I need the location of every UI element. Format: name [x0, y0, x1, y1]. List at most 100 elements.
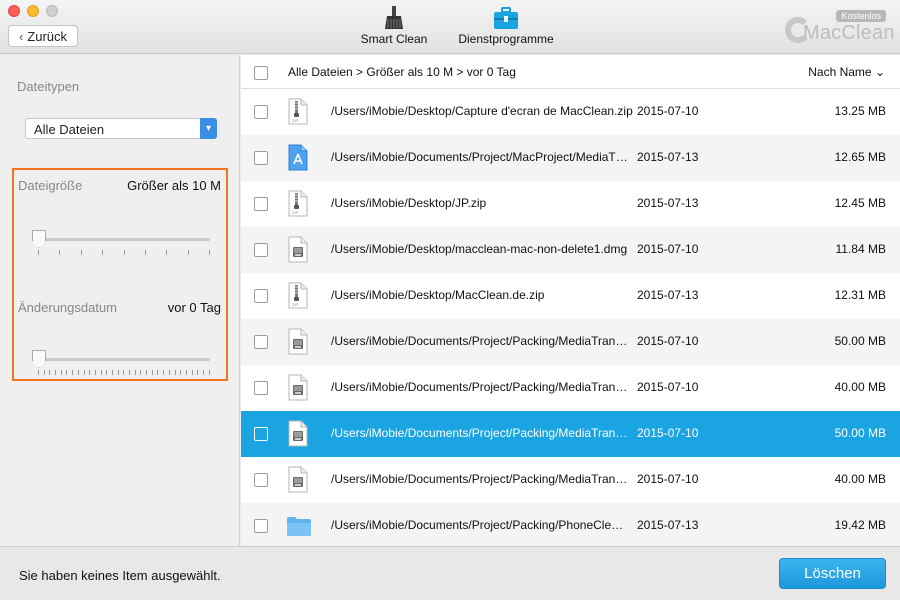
toolbar-smart-clean-label: Smart Clean	[360, 32, 428, 46]
file-size: 50.00 MB	[834, 334, 886, 348]
slider-tick	[140, 370, 142, 375]
date-slider-ticks	[38, 370, 210, 376]
minimize-window-button[interactable]	[27, 5, 39, 17]
file-row[interactable]: ZIP/Users/iMobie/Desktop/MacClean.de.zip…	[241, 273, 900, 319]
file-row[interactable]: /Users/iMobie/Documents/Project/MacProje…	[241, 135, 900, 181]
slider-tick	[208, 370, 210, 375]
svg-text:ZIP: ZIP	[292, 118, 299, 123]
slider-tick	[80, 250, 82, 255]
bottom-bar: Sie haben keines Item ausgewählt. Lösche…	[0, 546, 900, 600]
file-size: 12.65 MB	[834, 150, 886, 164]
slider-tick	[202, 370, 204, 375]
file-size: 19.42 MB	[834, 518, 886, 532]
chevron-left-icon: ‹	[18, 28, 24, 44]
row-checkbox[interactable]	[254, 473, 268, 487]
file-date: 2015-07-10	[637, 242, 699, 256]
file-row[interactable]: ZIP/Users/iMobie/Desktop/JP.zip 2015-07-1…	[241, 181, 900, 227]
file-date: 2015-07-13	[637, 150, 699, 164]
folder-icon	[286, 515, 312, 542]
file-path: /Users/iMobie/Desktop/macclean-mac-non-d…	[331, 242, 628, 256]
slider-tick	[168, 370, 170, 375]
file-size: 12.31 MB	[834, 288, 886, 302]
size-slider[interactable]	[32, 230, 210, 255]
back-button-label: Zurück	[27, 28, 68, 44]
date-filter-label: Änderungsdatum	[18, 300, 118, 315]
file-row[interactable]: /Users/iMobie/Documents/Project/Packing/…	[241, 365, 900, 411]
slider-tick	[49, 370, 51, 375]
slider-tick	[144, 250, 146, 255]
slider-tick	[43, 370, 45, 375]
file-path: /Users/iMobie/Desktop/Capture d'ecran de…	[331, 104, 633, 118]
filetype-select[interactable]: Alle Dateien ▾	[25, 118, 217, 139]
slider-tick	[66, 370, 68, 375]
chevron-down-icon: ⌄	[874, 65, 885, 79]
slider-tick	[163, 370, 165, 375]
row-checkbox[interactable]	[254, 151, 268, 165]
file-size: 40.00 MB	[834, 380, 886, 394]
slider-tick	[123, 250, 125, 255]
row-checkbox[interactable]	[254, 289, 268, 303]
date-slider[interactable]	[32, 350, 210, 375]
file-path: /Users/iMobie/Documents/Project/MacProje…	[331, 150, 628, 164]
slider-tick	[60, 370, 62, 375]
slider-tick	[157, 370, 159, 375]
edition-badge: Kostenlos	[836, 10, 886, 22]
file-row[interactable]: /Users/iMobie/Documents/Project/Packing/…	[241, 457, 900, 503]
file-size: 40.00 MB	[834, 472, 886, 486]
file-list-panel: Alle Dateien > Größer als 10 M > vor 0 T…	[241, 55, 900, 549]
file-date: 2015-07-13	[637, 288, 699, 302]
file-date: 2015-07-13	[637, 518, 699, 532]
file-path: /Users/iMobie/Documents/Project/Packing/…	[331, 334, 628, 348]
toolbar-dienstprogramme[interactable]: Dienstprogramme	[455, 4, 557, 46]
close-window-button[interactable]	[8, 5, 20, 17]
file-size: 11.84 MB	[835, 242, 886, 256]
size-slider-thumb[interactable]	[32, 230, 46, 248]
file-path: /Users/iMobie/Documents/Project/Packing/…	[331, 426, 628, 440]
slider-tick	[187, 250, 189, 255]
slider-tick	[83, 370, 85, 375]
slider-tick	[185, 370, 187, 375]
select-all-checkbox[interactable]	[254, 66, 268, 80]
brand-logo: Kostenlos MacClean	[785, 10, 894, 46]
window-controls	[8, 5, 58, 17]
row-checkbox[interactable]	[254, 197, 268, 211]
disk-image-icon	[288, 236, 308, 263]
sort-dropdown[interactable]: Nach Name ⌄	[808, 65, 885, 79]
toolbar-smart-clean[interactable]: Smart Clean	[358, 4, 430, 46]
file-path: /Users/iMobie/Desktop/JP.zip	[331, 196, 487, 210]
slider-tick	[166, 250, 168, 255]
zip-file-icon: ZIP	[288, 190, 308, 217]
slider-tick	[197, 370, 199, 375]
file-row[interactable]: ZIP/Users/iMobie/Desktop/Capture d'ecran…	[241, 89, 900, 135]
file-row[interactable]: /Users/iMobie/Documents/Project/Packing/…	[241, 411, 900, 457]
disk-image-icon	[288, 466, 308, 493]
file-row[interactable]: /Users/iMobie/Documents/Project/Packing/…	[241, 503, 900, 549]
slider-tick	[100, 370, 102, 375]
slider-tick	[89, 370, 91, 375]
svg-text:ZIP: ZIP	[292, 210, 299, 215]
slider-tick	[106, 370, 108, 375]
delete-button[interactable]: Löschen	[779, 558, 886, 589]
row-checkbox[interactable]	[254, 105, 268, 119]
back-button[interactable]: ‹ Zurück	[8, 25, 78, 47]
svg-text:ZIP: ZIP	[292, 302, 299, 307]
date-slider-thumb[interactable]	[32, 350, 46, 368]
row-checkbox[interactable]	[254, 335, 268, 349]
file-row[interactable]: /Users/iMobie/Documents/Project/Packing/…	[241, 319, 900, 365]
filetype-select-value: Alle Dateien	[34, 122, 105, 137]
zip-file-icon: ZIP	[288, 98, 308, 125]
size-slider-ticks	[38, 250, 210, 256]
row-checkbox[interactable]	[254, 381, 268, 395]
date-filter-value: vor 0 Tag	[167, 300, 221, 315]
zoom-window-button[interactable]	[46, 5, 58, 17]
row-checkbox[interactable]	[254, 243, 268, 257]
row-checkbox[interactable]	[254, 427, 268, 441]
row-checkbox[interactable]	[254, 519, 268, 533]
slider-tick	[209, 250, 210, 255]
slider-tick	[123, 370, 125, 375]
file-row[interactable]: /Users/iMobie/Desktop/macclean-mac-non-d…	[241, 227, 900, 273]
file-date: 2015-07-10	[637, 104, 699, 118]
file-date: 2015-07-10	[637, 380, 699, 394]
size-filter-value: Größer als 10 M	[127, 178, 221, 193]
disk-image-icon	[288, 420, 308, 447]
